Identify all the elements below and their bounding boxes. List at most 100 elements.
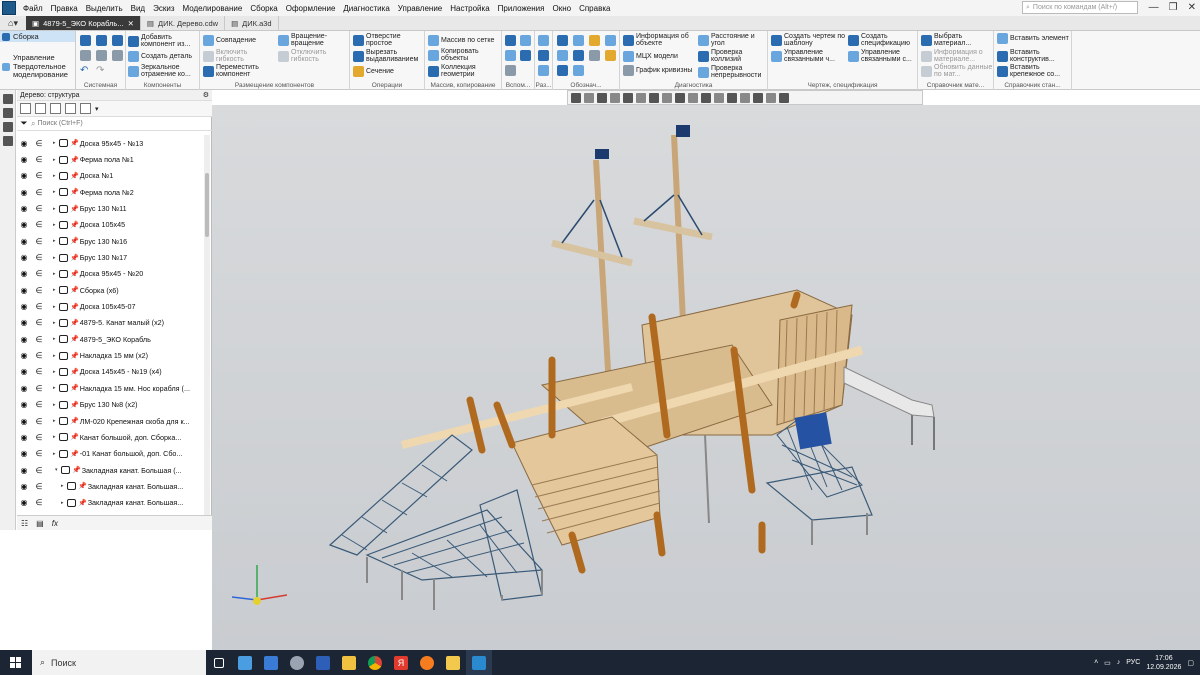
- measure-icon[interactable]: [766, 92, 776, 103]
- yandex-browser-icon[interactable]: [414, 650, 440, 675]
- task-view-icon[interactable]: [206, 650, 232, 675]
- include-icon[interactable]: ∈: [31, 449, 47, 458]
- taskbar-search[interactable]: ⌕ Поиск: [32, 650, 206, 675]
- include-icon[interactable]: ∈: [31, 269, 47, 278]
- roughness-icon[interactable]: [589, 35, 600, 46]
- grid-icon[interactable]: [779, 92, 789, 103]
- include-icon[interactable]: ∈: [31, 237, 47, 246]
- tree-row[interactable]: ◉ ∈ ▸ 📌 ЛМ-020 Крепежная скоба для к...: [17, 413, 203, 429]
- save-icon[interactable]: [112, 35, 123, 46]
- tree-row[interactable]: ◉ ∈ ▸ 📌 Сборка (х6): [17, 282, 203, 298]
- visibility-eye-icon[interactable]: ◉: [17, 318, 31, 327]
- ribbon-tab-assembly[interactable]: Сборка: [0, 31, 75, 42]
- include-icon[interactable]: ∈: [31, 220, 47, 229]
- visibility-eye-icon[interactable]: ◉: [17, 498, 31, 507]
- visibility-eye-icon[interactable]: ◉: [17, 269, 31, 278]
- clock[interactable]: 17:06 12.09.2026: [1146, 654, 1181, 672]
- tree-toggle-icon[interactable]: [3, 94, 13, 104]
- tree-row[interactable]: ◉ ∈ ▸ 📌 Канат большой, доп. Сборка...: [17, 429, 203, 445]
- include-icon[interactable]: ∈: [31, 482, 47, 491]
- include-icon[interactable]: ∈: [31, 335, 47, 344]
- text-icon[interactable]: [573, 65, 584, 76]
- continuity-button[interactable]: Проверка непрерывности: [698, 65, 768, 79]
- close-doc-icon[interactable]: [112, 50, 123, 61]
- command-search-input[interactable]: ⌕ Поиск по командам (Alt+/): [1022, 1, 1138, 14]
- app-icon[interactable]: [310, 650, 336, 675]
- mcs-button[interactable]: МЦХ модели: [623, 51, 678, 62]
- dimension-icon[interactable]: [538, 35, 549, 46]
- axis-icon[interactable]: [520, 35, 531, 46]
- add-component-button[interactable]: Добавить компонент из...: [128, 34, 200, 48]
- kompas-icon[interactable]: [466, 650, 492, 675]
- app-icon[interactable]: [232, 650, 258, 675]
- section-button[interactable]: Сечение: [353, 66, 394, 77]
- radius-dim-icon[interactable]: [538, 65, 549, 76]
- sketch-filter-icon[interactable]: [80, 103, 91, 114]
- visibility-eye-icon[interactable]: ◉: [17, 466, 31, 475]
- include-icon[interactable]: ∈: [31, 384, 47, 393]
- coincidence-button[interactable]: Совпадение: [203, 35, 256, 46]
- visibility-eye-icon[interactable]: ◉: [17, 400, 31, 409]
- menu-sketch[interactable]: Эскиз: [149, 4, 178, 13]
- enable-flex-button[interactable]: Включить гибкость: [203, 49, 275, 63]
- note-icon[interactable]: [589, 50, 600, 61]
- hole-button[interactable]: Отверстие простое: [353, 33, 423, 47]
- tree-row[interactable]: ◉ ∈ ▸ 📌 Брус 130 №16: [17, 233, 203, 249]
- tab-ship-assembly[interactable]: ▣ 4879-5_ЭКО Корабль... ✕: [26, 16, 141, 30]
- app-icon[interactable]: [258, 650, 284, 675]
- insert-element-button[interactable]: Вставить элемент: [997, 33, 1069, 44]
- visibility-eye-icon[interactable]: ◉: [17, 367, 31, 376]
- copy-objects-button[interactable]: Копировать объекты: [428, 48, 498, 62]
- include-icon[interactable]: ∈: [31, 417, 47, 426]
- tree-row[interactable]: ◉ ∈ ▸ 📌 Брус 130 №11: [17, 200, 203, 216]
- properties-panel-icon[interactable]: [3, 108, 13, 118]
- visibility-eye-icon[interactable]: ◉: [17, 417, 31, 426]
- menu-help[interactable]: Справка: [575, 4, 614, 13]
- include-icon[interactable]: ∈: [31, 351, 47, 360]
- include-icon[interactable]: ∈: [31, 204, 47, 213]
- tree-row[interactable]: ◉ ∈ ▾ 📌 Закладная канат. Большая (...: [17, 462, 203, 478]
- tab-model[interactable]: ▤ ДИК.a3d: [225, 16, 279, 30]
- notifications-icon[interactable]: ▢: [1187, 659, 1194, 667]
- tree-row[interactable]: ◉ ∈ ▸ 📌 4879-5. Канат малый (х2): [17, 315, 203, 331]
- menu-modeling[interactable]: Моделирование: [178, 4, 246, 13]
- visibility-eye-icon[interactable]: ◉: [17, 449, 31, 458]
- menu-file[interactable]: Файл: [19, 4, 47, 13]
- app-icon[interactable]: [284, 650, 310, 675]
- tree-row[interactable]: ◉ ∈ ▸ 📌 Брус 130 №8 (х2): [17, 397, 203, 413]
- properties-icon[interactable]: [96, 50, 107, 61]
- structure-view-icon[interactable]: [20, 103, 31, 114]
- menu-format[interactable]: Оформление: [282, 4, 340, 13]
- zoom-window-icon[interactable]: [584, 92, 594, 103]
- variables-icon[interactable]: [3, 122, 13, 132]
- tree-row[interactable]: ◉ ∈ ▸ 📌 Доска 145х45 - №19 (х4): [17, 364, 203, 380]
- visibility-eye-icon[interactable]: ◉: [17, 302, 31, 311]
- redo-icon[interactable]: ↷: [96, 65, 104, 76]
- leader-icon[interactable]: [557, 35, 568, 46]
- ribbon-tab-solid[interactable]: Твердотельное моделирование: [0, 63, 75, 81]
- include-icon[interactable]: ∈: [31, 466, 47, 475]
- menu-diagnostics[interactable]: Диагностика: [339, 4, 393, 13]
- collisions-button[interactable]: Проверка коллизий: [698, 49, 768, 63]
- choose-material-button[interactable]: Выбрать материал...: [921, 33, 993, 47]
- gear-icon[interactable]: ⚙: [203, 91, 209, 99]
- menu-assembly[interactable]: Сборка: [246, 4, 281, 13]
- curvature-button[interactable]: График кривизны: [623, 65, 693, 76]
- display-icon[interactable]: [727, 92, 737, 103]
- menu-edit[interactable]: Правка: [47, 4, 82, 13]
- position-icon[interactable]: [605, 50, 616, 61]
- menu-window[interactable]: Окно: [548, 4, 575, 13]
- rotation-button[interactable]: Вращение-вращение: [278, 33, 348, 47]
- include-icon[interactable]: ∈: [31, 302, 47, 311]
- include-icon[interactable]: ∈: [31, 433, 47, 442]
- manage-linked-drawings-button[interactable]: Управление связанными ч...: [771, 49, 847, 63]
- insert-fastener-button[interactable]: Вставить крепежное со...: [997, 64, 1069, 78]
- close-icon[interactable]: ✕: [1188, 0, 1196, 16]
- weld-icon[interactable]: [573, 50, 584, 61]
- create-part-button[interactable]: Создать деталь: [128, 51, 192, 62]
- include-icon[interactable]: ∈: [31, 367, 47, 376]
- include-icon[interactable]: ∈: [31, 318, 47, 327]
- scroll-thumb[interactable]: [205, 173, 209, 237]
- insert-constructive-button[interactable]: Вставить конструктив...: [997, 49, 1069, 63]
- table-icon[interactable]: [557, 65, 568, 76]
